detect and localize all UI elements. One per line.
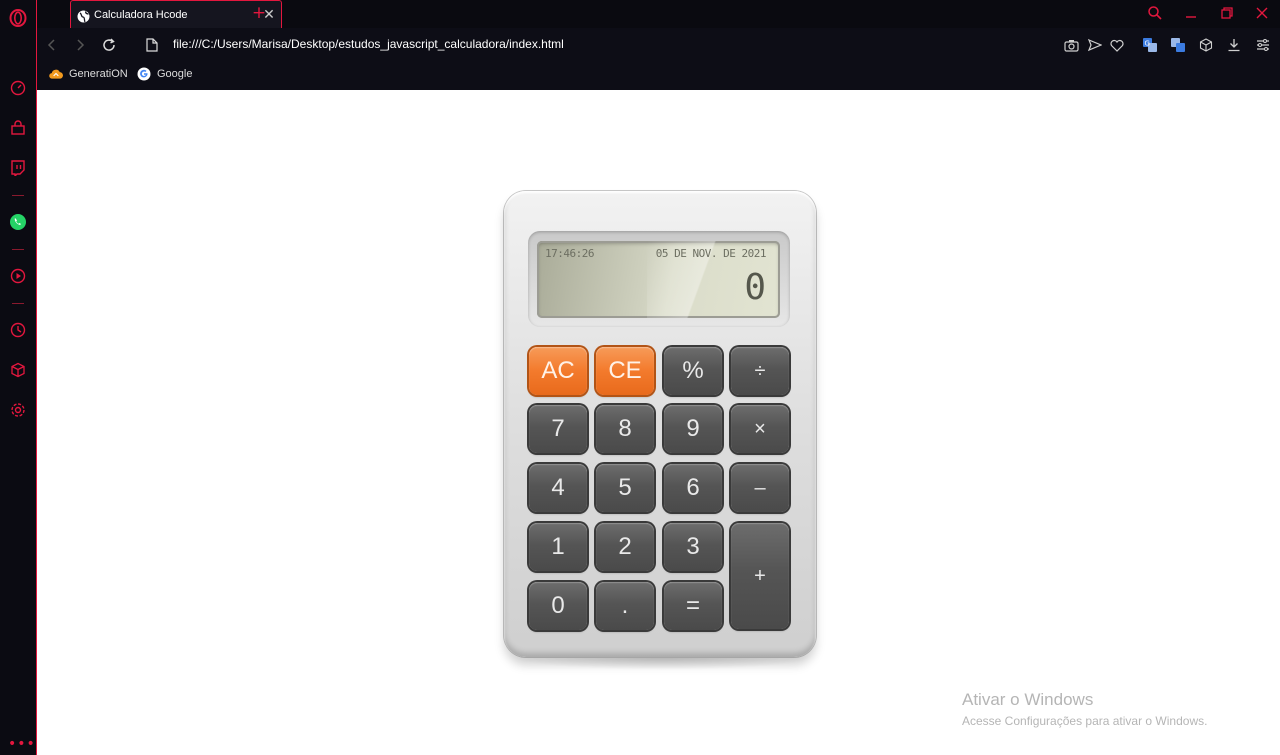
google-icon	[137, 67, 151, 81]
send-arrow-icon[interactable]	[1086, 36, 1104, 54]
display-time: 17:46:26	[545, 247, 594, 260]
equals-button[interactable]: =	[664, 582, 722, 630]
sidebar-separator	[12, 249, 24, 250]
search-tabs-icon[interactable]	[1145, 4, 1165, 22]
forward-arrow-icon[interactable]	[71, 36, 89, 54]
whatsapp-icon[interactable]	[9, 213, 27, 231]
percent-button[interactable]: %	[664, 347, 722, 395]
bookmarks-bar: GeneratiON Google	[37, 61, 1280, 90]
cloud-icon	[49, 67, 63, 81]
watermark-subtitle: Acesse Configurações para ativar o Windo…	[962, 714, 1208, 728]
add-button[interactable]: +	[731, 523, 789, 629]
two-button[interactable]: 2	[596, 523, 654, 571]
back-arrow-icon[interactable]	[43, 36, 61, 54]
keypad: AC CE % ÷ 7 8 9 × 4 5 6 – 1 2 3 + 0 . =	[529, 347, 789, 631]
ce-button[interactable]: CE	[596, 347, 654, 395]
opera-sidebar: •••	[0, 0, 37, 755]
seven-button[interactable]: 7	[529, 405, 587, 453]
restore-window-icon[interactable]	[1217, 4, 1237, 22]
extension-cube-icon[interactable]	[1197, 36, 1215, 54]
translate-icon[interactable]: G	[1141, 36, 1159, 54]
zero-button[interactable]: 0	[529, 582, 587, 630]
activate-windows-watermark: Ativar o Windows Acesse Configurações pa…	[962, 690, 1207, 728]
player-icon[interactable]	[9, 267, 27, 285]
snapshot-camera-icon[interactable]	[1062, 36, 1080, 54]
eight-button[interactable]: 8	[596, 405, 654, 453]
extensions-cube-icon[interactable]	[9, 361, 27, 379]
easy-setup-icon[interactable]	[1254, 36, 1272, 54]
bookmark-generation[interactable]: GeneratiON	[49, 67, 128, 81]
file-page-icon	[143, 36, 161, 54]
display-bezel: 17:46:26 05 DE NOV. DE 2021 0	[528, 231, 790, 327]
more-dots-icon[interactable]: •••	[8, 737, 36, 751]
opera-logo-icon[interactable]	[9, 9, 27, 27]
speed-dial-icon[interactable]	[9, 79, 27, 97]
nine-button[interactable]: 9	[664, 405, 722, 453]
ac-button[interactable]: AC	[529, 347, 587, 395]
lcd-display: 17:46:26 05 DE NOV. DE 2021 0	[537, 241, 780, 318]
close-window-icon[interactable]	[1252, 4, 1272, 22]
five-button[interactable]: 5	[596, 464, 654, 512]
globe-icon	[77, 8, 90, 23]
tab-title: Calculadora Hcode	[94, 8, 188, 21]
multiply-button[interactable]: ×	[731, 405, 789, 453]
display-value: 0	[744, 267, 766, 308]
shopping-bag-icon[interactable]	[9, 119, 27, 137]
twitch-icon[interactable]	[9, 159, 27, 177]
new-tab-button[interactable]: +	[251, 3, 267, 23]
reload-icon[interactable]	[100, 36, 118, 54]
tab-bar: Calculadora Hcode ✕ +	[37, 0, 1280, 28]
display-date: 05 DE NOV. DE 2021	[655, 247, 767, 260]
three-button[interactable]: 3	[664, 523, 722, 571]
bookmark-label: Google	[157, 68, 193, 80]
history-clock-icon[interactable]	[9, 321, 27, 339]
subtract-button[interactable]: –	[731, 464, 789, 512]
six-button[interactable]: 6	[664, 464, 722, 512]
four-button[interactable]: 4	[529, 464, 587, 512]
browser-chrome: Calculadora Hcode ✕ + file:///C:/Users/M…	[37, 0, 1280, 90]
translate-page-icon[interactable]	[1169, 36, 1187, 54]
sidebar-separator	[12, 195, 24, 196]
bookmark-label: GeneratiON	[69, 68, 128, 80]
sidebar-separator	[12, 303, 24, 304]
url-field[interactable]: file:///C:/Users/Marisa/Desktop/estudos_…	[173, 37, 564, 51]
watermark-title: Ativar o Windows	[962, 690, 1094, 709]
dot-button[interactable]: .	[596, 582, 654, 630]
page-viewport: 17:46:26 05 DE NOV. DE 2021 0 AC CE % ÷ …	[37, 90, 1280, 755]
address-bar: file:///C:/Users/Marisa/Desktop/estudos_…	[37, 28, 1280, 61]
one-button[interactable]: 1	[529, 523, 587, 571]
settings-gear-icon[interactable]	[9, 401, 27, 419]
divide-button[interactable]: ÷	[731, 347, 789, 395]
minimize-window-icon[interactable]	[1181, 4, 1201, 22]
calculator-body: 17:46:26 05 DE NOV. DE 2021 0 AC CE % ÷ …	[504, 191, 816, 657]
bookmark-google[interactable]: Google	[137, 67, 192, 81]
svg-text:G: G	[1145, 40, 1150, 48]
bookmark-heart-icon[interactable]	[1108, 36, 1126, 54]
download-icon[interactable]	[1225, 36, 1243, 54]
